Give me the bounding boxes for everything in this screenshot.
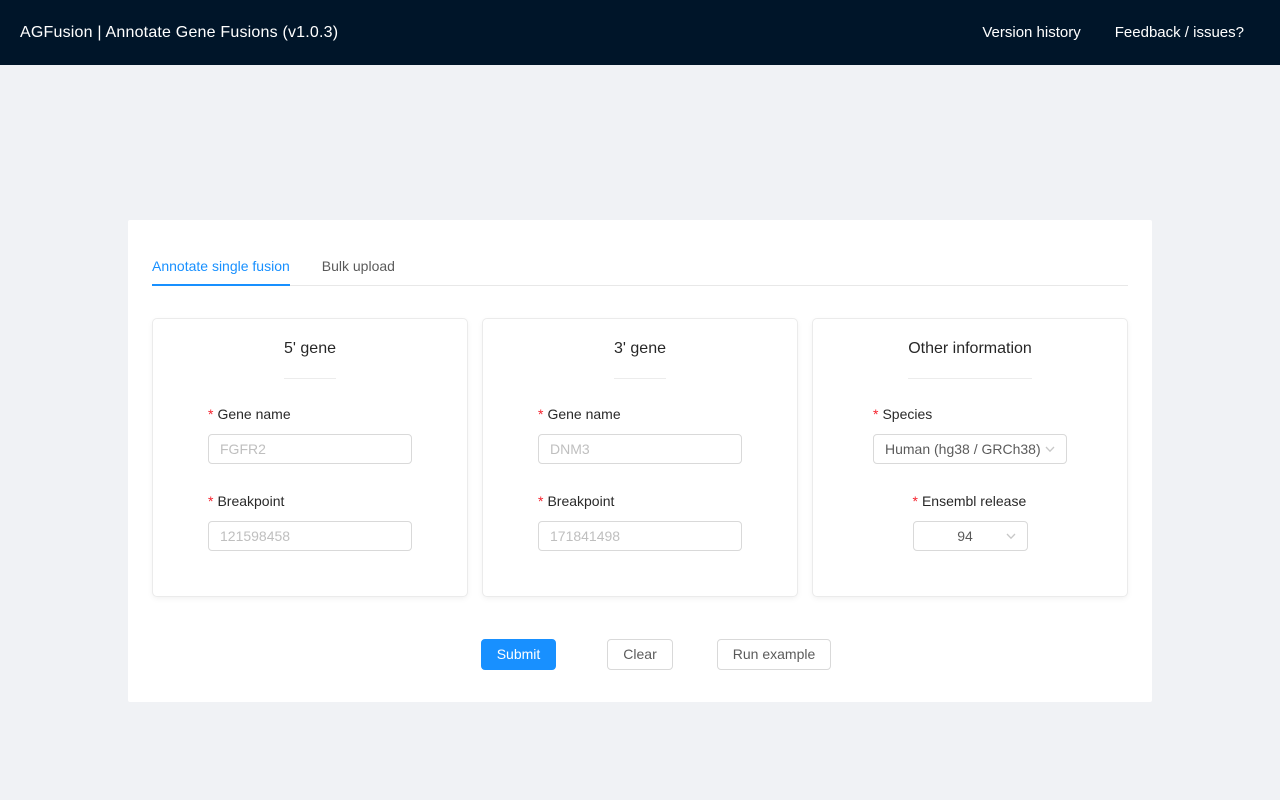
menu-item-version-history[interactable]: Version history xyxy=(982,0,1080,65)
three-prime-breakpoint-input[interactable] xyxy=(538,521,742,551)
submit-button[interactable]: Submit xyxy=(480,639,557,670)
required-asterisk: * xyxy=(208,493,214,509)
species-group: * Species Human (hg38 / GRCh38) xyxy=(873,406,1067,464)
five-prime-card-title: 5' gene xyxy=(284,340,336,357)
other-information-card-title: Other information xyxy=(908,340,1032,357)
three-prime-gene-name-input[interactable] xyxy=(538,434,742,464)
content-area: Annotate single fusion Bulk upload 5' ge… xyxy=(0,220,1280,702)
required-asterisk: * xyxy=(538,406,544,422)
app-header: AGFusion | Annotate Gene Fusions (v1.0.3… xyxy=(0,0,1280,65)
three-prime-breakpoint-group: * Breakpoint xyxy=(538,493,742,551)
tab-bulk-upload[interactable]: Bulk upload xyxy=(322,220,395,285)
ensembl-release-label: * Ensembl release xyxy=(912,493,1027,509)
three-prime-gene-name-group: * Gene name xyxy=(538,406,742,464)
title-divider xyxy=(614,378,666,379)
five-prime-gene-name-label: * Gene name xyxy=(208,406,291,422)
five-prime-breakpoint-label: * Breakpoint xyxy=(208,493,285,509)
clear-button[interactable]: Clear xyxy=(607,639,673,670)
three-prime-breakpoint-label: * Breakpoint xyxy=(538,493,615,509)
three-prime-gene-card: 3' gene *Gene name *Breakpoint xyxy=(482,318,798,597)
species-select[interactable]: Human (hg38 / GRCh38) xyxy=(873,434,1067,464)
species-select-value: Human (hg38 / GRCh38) xyxy=(885,441,1041,457)
title-divider xyxy=(284,378,336,379)
app-title: AGFusion | Annotate Gene Fusions (v1.0.3… xyxy=(20,23,339,41)
run-example-button[interactable]: Run example xyxy=(716,639,832,670)
three-prime-card-title: 3' gene xyxy=(614,340,666,357)
required-asterisk: * xyxy=(912,493,918,509)
menu-item-feedback-issues[interactable]: Feedback / issues? xyxy=(1115,0,1244,65)
ensembl-release-group: * Ensembl release 94 xyxy=(912,493,1028,551)
five-prime-gene-name-group: * Gene name xyxy=(208,406,412,464)
five-prime-breakpoint-input[interactable] xyxy=(208,521,412,551)
required-asterisk: * xyxy=(208,406,214,422)
header-menu: Version history Feedback / issues? xyxy=(982,0,1244,65)
required-asterisk: * xyxy=(873,406,879,422)
main-card: Annotate single fusion Bulk upload 5' ge… xyxy=(128,220,1152,702)
tab-bar: Annotate single fusion Bulk upload xyxy=(152,220,1128,286)
form-cards-row: 5' gene *Gene name *Breakpoint 3' g xyxy=(152,318,1128,597)
three-prime-gene-name-label: * Gene name xyxy=(538,406,621,422)
five-prime-gene-card: 5' gene *Gene name *Breakpoint xyxy=(152,318,468,597)
ensembl-release-select-value: 94 xyxy=(957,528,973,544)
tab-annotate-single-fusion[interactable]: Annotate single fusion xyxy=(152,220,290,286)
five-prime-breakpoint-group: * Breakpoint xyxy=(208,493,412,551)
other-information-card: Other information * Species Human (hg38 /… xyxy=(812,318,1128,597)
species-label: * Species xyxy=(873,406,933,422)
ensembl-release-select[interactable]: 94 xyxy=(912,521,1028,551)
title-divider xyxy=(908,378,1032,379)
five-prime-gene-name-input[interactable] xyxy=(208,434,412,464)
actions-row: Submit Clear Run example xyxy=(128,639,1152,670)
required-asterisk: * xyxy=(538,493,544,509)
